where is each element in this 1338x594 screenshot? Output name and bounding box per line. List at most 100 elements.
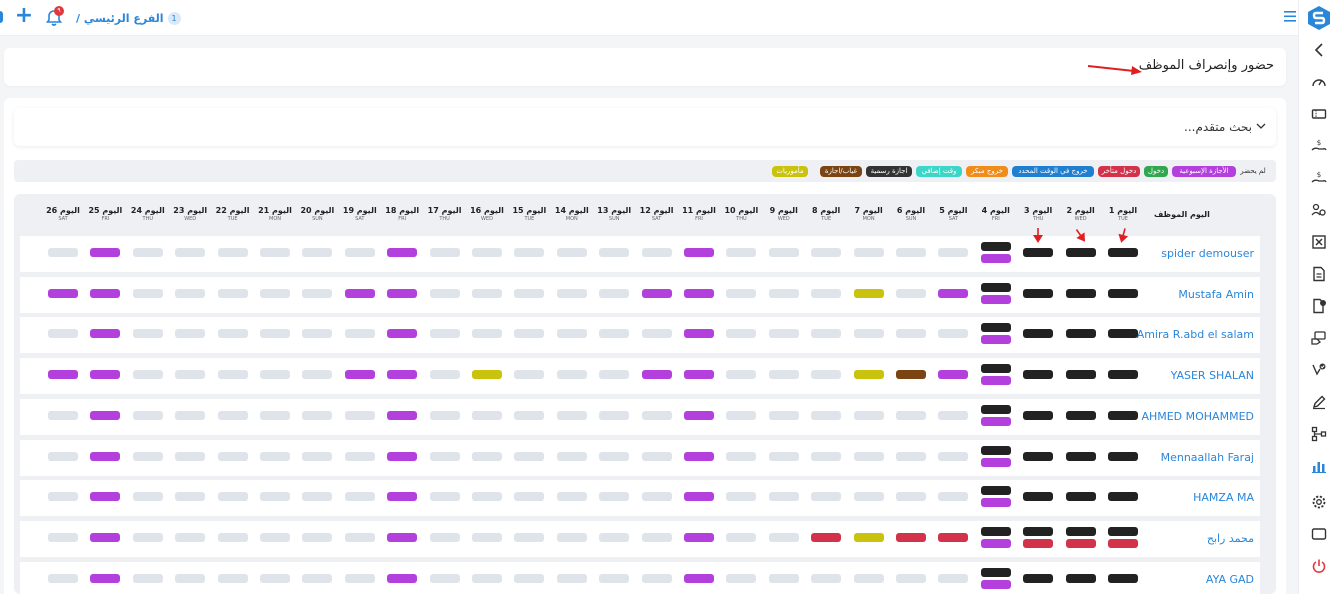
collapsed-panel-handle[interactable] (0, 11, 3, 23)
attendance-cell[interactable] (514, 573, 545, 583)
attendance-cell[interactable] (472, 532, 502, 542)
attendance-cell[interactable] (853, 573, 884, 583)
attendance-cell[interactable] (599, 410, 630, 420)
attendance-cell[interactable] (726, 573, 757, 583)
attendance-cell[interactable] (1023, 329, 1054, 339)
attendance-cell[interactable] (90, 451, 121, 461)
attendance-cell[interactable] (429, 248, 460, 257)
attendance-cell[interactable] (1108, 248, 1138, 257)
attendance-cell[interactable] (768, 532, 799, 542)
card-hand-icon[interactable] (1311, 330, 1327, 346)
attendance-cell[interactable] (980, 498, 1011, 508)
attendance-cell[interactable] (684, 288, 714, 298)
attendance-cell[interactable] (132, 451, 163, 461)
attendance-cell[interactable] (48, 492, 78, 502)
attendance-cell[interactable] (980, 538, 1011, 548)
document-icon[interactable] (1311, 266, 1327, 282)
employee-name-link[interactable]: Amira R.abd el salam (1137, 328, 1254, 341)
attendance-cell[interactable] (684, 573, 714, 583)
attendance-cell[interactable] (1108, 573, 1138, 583)
attendance-cell[interactable] (260, 288, 290, 298)
attendance-cell[interactable] (260, 451, 290, 461)
attendance-cell[interactable] (514, 532, 545, 542)
employee-name-link[interactable]: محمد رابح (1207, 532, 1254, 545)
attendance-cell[interactable] (938, 410, 969, 420)
attendance-cell[interactable] (387, 288, 418, 298)
attendance-cell[interactable] (90, 573, 121, 583)
attendance-cell[interactable] (1023, 410, 1054, 420)
attendance-cell[interactable] (302, 573, 333, 583)
attendance-cell[interactable] (514, 410, 545, 420)
check-badge-icon[interactable] (1311, 362, 1327, 378)
attendance-cell[interactable] (1108, 526, 1138, 536)
attendance-cell[interactable] (768, 288, 799, 298)
attendance-cell[interactable] (556, 329, 587, 339)
attendance-cell[interactable] (217, 532, 248, 542)
attendance-cell[interactable] (938, 288, 969, 298)
attendance-cell[interactable] (1065, 538, 1096, 548)
attendance-cell[interactable] (641, 329, 672, 339)
attendance-cell[interactable] (556, 573, 587, 583)
attendance-cell[interactable] (260, 370, 290, 380)
attendance-cell[interactable] (641, 532, 672, 542)
attendance-cell[interactable] (599, 288, 630, 298)
attendance-cell[interactable] (90, 370, 121, 380)
attendance-cell[interactable] (175, 532, 206, 542)
employee-name-link[interactable]: YASER SHALAN (1171, 369, 1254, 382)
attendance-cell[interactable] (684, 410, 714, 420)
attendance-cell[interactable] (980, 579, 1011, 589)
attendance-cell[interactable] (1108, 288, 1138, 298)
attendance-cell[interactable] (48, 288, 78, 298)
attendance-cell[interactable] (472, 573, 502, 583)
employee-name-link[interactable]: spider demouser (1161, 247, 1254, 260)
attendance-cell[interactable] (344, 288, 375, 298)
attendance-cell[interactable] (1065, 329, 1096, 339)
attendance-cell[interactable] (1023, 248, 1054, 257)
attendance-cell[interactable] (726, 288, 757, 298)
cancel-box-icon[interactable] (1311, 234, 1327, 250)
attendance-cell[interactable] (302, 410, 333, 420)
attendance-cell[interactable] (853, 532, 884, 542)
branch-breadcrumb[interactable]: 1 الفرع الرئيسي / (76, 10, 181, 26)
attendance-cell[interactable] (641, 410, 672, 420)
attendance-cell[interactable] (472, 288, 502, 298)
attendance-cell[interactable] (48, 451, 78, 461)
attendance-cell[interactable] (175, 370, 206, 380)
attendance-cell[interactable] (260, 248, 290, 257)
attendance-cell[interactable] (1065, 573, 1096, 583)
employee-name-link[interactable]: AYA GAD (1206, 573, 1254, 586)
attendance-cell[interactable] (344, 492, 375, 502)
attendance-cell[interactable] (48, 410, 78, 420)
employee-name-link[interactable]: Mennaallah Faraj (1161, 451, 1254, 464)
attendance-cell[interactable] (853, 410, 884, 420)
attendance-cell[interactable] (260, 329, 290, 339)
attendance-cell[interactable] (726, 410, 757, 420)
attendance-cell[interactable] (556, 451, 587, 461)
attendance-cell[interactable] (599, 248, 630, 257)
attendance-cell[interactable] (980, 486, 1011, 496)
attendance-cell[interactable] (514, 288, 545, 298)
attendance-cell[interactable] (302, 248, 333, 257)
attendance-cell[interactable] (175, 451, 206, 461)
attendance-cell[interactable] (938, 370, 969, 380)
attendance-cell[interactable] (938, 329, 969, 339)
attendance-cell[interactable] (811, 492, 842, 502)
attendance-cell[interactable] (684, 451, 714, 461)
attendance-cell[interactable] (599, 492, 630, 502)
attendance-cell[interactable] (1023, 492, 1054, 502)
attendance-cell[interactable] (90, 248, 121, 257)
attendance-cell[interactable] (48, 329, 78, 339)
attendance-cell[interactable] (896, 532, 926, 542)
attendance-cell[interactable] (556, 248, 587, 257)
attendance-cell[interactable] (387, 329, 418, 339)
attendance-cell[interactable] (217, 370, 248, 380)
hamburger-menu-icon[interactable] (1284, 11, 1296, 22)
attendance-cell[interactable] (896, 370, 926, 380)
attendance-cell[interactable] (980, 416, 1011, 426)
attendance-cell[interactable] (980, 567, 1011, 577)
attendance-cell[interactable] (980, 526, 1011, 536)
attendance-cell[interactable] (980, 445, 1011, 455)
hierarchy-icon[interactable] (1311, 426, 1327, 442)
attendance-cell[interactable] (132, 288, 163, 298)
attendance-cell[interactable] (599, 451, 630, 461)
